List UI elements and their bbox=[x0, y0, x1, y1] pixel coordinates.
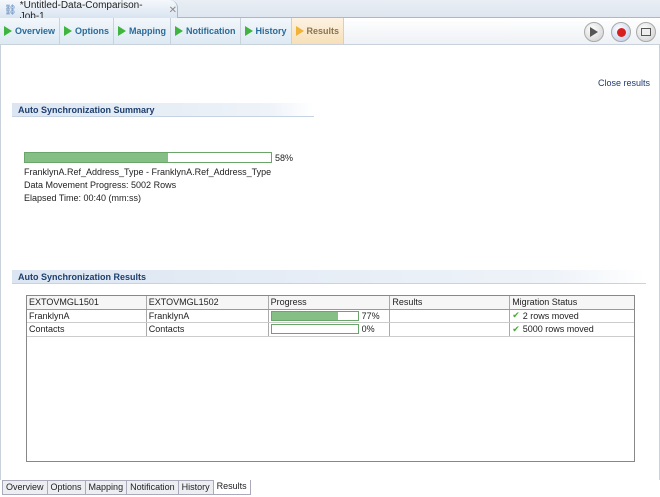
play-icon bbox=[175, 26, 184, 36]
check-icon: ✔ bbox=[512, 323, 520, 334]
column-header[interactable]: EXTOVMGL1501 bbox=[27, 296, 147, 309]
bottom-tab-mapping[interactable]: Mapping bbox=[84, 480, 127, 495]
bottom-tab-history[interactable]: History bbox=[177, 480, 213, 495]
summary-elapsed: Elapsed Time: 00:40 (mm:ss) bbox=[24, 193, 142, 203]
bottom-tabs: Overview Options Mapping Notification Hi… bbox=[2, 480, 251, 495]
tab-label: History bbox=[255, 26, 287, 36]
progress-cell: 0% bbox=[269, 323, 391, 336]
play-icon bbox=[118, 26, 127, 36]
tab-label: Mapping bbox=[129, 26, 167, 36]
progress-label: 0% bbox=[361, 324, 375, 335]
source-cell: Contacts bbox=[27, 323, 147, 336]
page-tabs: Overview Options Mapping Notification Hi… bbox=[0, 18, 660, 45]
row-progress-bar bbox=[270, 324, 359, 335]
play-icon bbox=[590, 27, 598, 37]
column-header[interactable]: EXTOVMGL1502 bbox=[147, 296, 269, 309]
source-cell: FranklynA bbox=[27, 309, 147, 322]
progress-fill bbox=[271, 311, 338, 320]
status-text: 5000 rows moved bbox=[522, 324, 594, 335]
job-icon: ⛓ bbox=[4, 5, 17, 16]
play-icon bbox=[295, 26, 304, 36]
progress-cell: 77% bbox=[269, 309, 391, 322]
progress-label: 77% bbox=[361, 310, 380, 321]
check-icon: ✔ bbox=[512, 310, 520, 321]
results-table: EXTOVMGL1501 EXTOVMGL1502 Progress Resul… bbox=[26, 295, 635, 462]
table-row[interactable]: Contacts Contacts 0% ✔ 5000 rows moved bbox=[27, 323, 634, 337]
play-icon bbox=[244, 26, 253, 36]
play-icon bbox=[64, 26, 73, 36]
status-cell: ✔ 2 rows moved bbox=[510, 310, 634, 323]
close-results-link[interactable]: Close results bbox=[598, 78, 650, 88]
stop-button[interactable] bbox=[611, 22, 631, 42]
bottom-tab-results[interactable]: Results bbox=[212, 480, 251, 495]
console-button[interactable] bbox=[636, 22, 656, 42]
bottom-tab-notification[interactable]: Notification bbox=[126, 480, 178, 495]
status-text: 2 rows moved bbox=[522, 310, 579, 321]
tab-overview[interactable]: Overview bbox=[0, 18, 61, 44]
summary-movement: Data Movement Progress: 5002 Rows bbox=[24, 180, 177, 190]
console-icon bbox=[641, 28, 651, 36]
summary-progress-bar bbox=[24, 152, 272, 163]
row-progress-bar bbox=[270, 310, 359, 321]
table-row[interactable]: FranklynA FranklynA 77% ✔ 2 rows moved bbox=[27, 309, 634, 323]
tab-mapping[interactable]: Mapping bbox=[114, 18, 172, 44]
column-header[interactable]: Results bbox=[390, 296, 511, 309]
close-icon[interactable]: ✕ bbox=[169, 5, 177, 16]
tab-label: Notification bbox=[186, 26, 236, 36]
tab-label: Results bbox=[306, 26, 340, 36]
progress-fill bbox=[25, 153, 168, 162]
bottom-tab-options[interactable]: Options bbox=[46, 480, 85, 495]
results-cell bbox=[390, 309, 511, 322]
summary-object: FranklynA.Ref_Address_Type - FranklynA.R… bbox=[24, 167, 272, 177]
tab-history[interactable]: History bbox=[240, 18, 292, 44]
tab-notification[interactable]: Notification bbox=[171, 18, 241, 44]
column-header[interactable]: Migration Status bbox=[510, 296, 634, 309]
bottom-tab-overview[interactable]: Overview bbox=[2, 480, 47, 495]
summary-header: Auto Synchronization Summary bbox=[12, 103, 314, 117]
status-cell: ✔ 5000 rows moved bbox=[510, 323, 634, 336]
run-button[interactable] bbox=[584, 22, 604, 42]
editor-tab[interactable]: ⛓ *Untitled-Data-Comparison-Job-1 ✕ bbox=[0, 0, 178, 22]
editor-title-bar: ⛓ *Untitled-Data-Comparison-Job-1 ✕ bbox=[0, 0, 660, 22]
tab-options[interactable]: Options bbox=[60, 18, 115, 44]
results-cell bbox=[390, 323, 511, 336]
play-icon bbox=[4, 26, 12, 36]
tab-label: Options bbox=[75, 26, 110, 36]
results-header: Auto Synchronization Results bbox=[12, 270, 646, 284]
tab-label: Overview bbox=[15, 26, 56, 36]
target-cell: Contacts bbox=[147, 323, 269, 336]
tab-results[interactable]: Results bbox=[291, 18, 345, 44]
summary-progress-label: 58% bbox=[275, 153, 294, 163]
table-header: EXTOVMGL1501 EXTOVMGL1502 Progress Resul… bbox=[27, 296, 634, 310]
target-cell: FranklynA bbox=[147, 309, 269, 322]
stop-icon bbox=[616, 27, 626, 37]
column-header[interactable]: Progress bbox=[269, 296, 391, 309]
